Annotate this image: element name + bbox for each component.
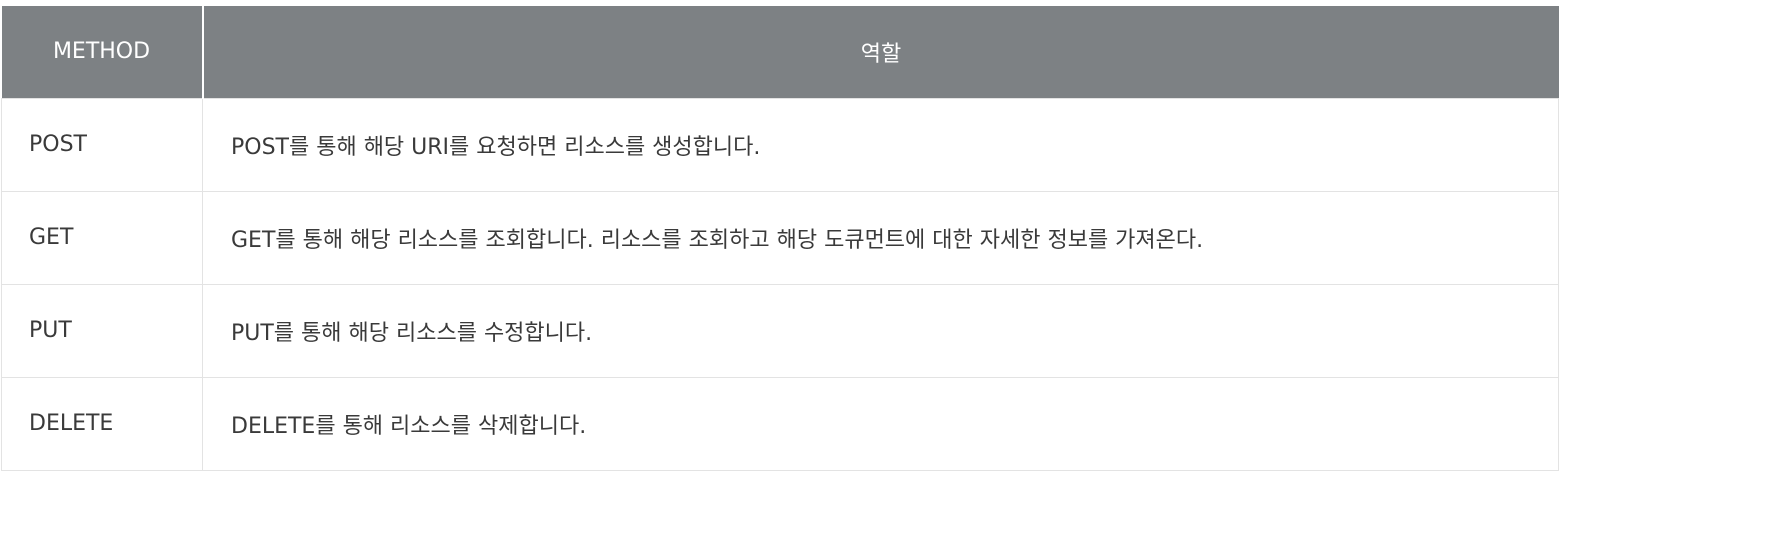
http-methods-table: METHOD 역할 POST POST를 통해 해당 URI를 요청하면 리소스… [1,6,1559,471]
role-cell: POST를 통해 해당 URI를 요청하면 리소스를 생성합니다. [202,97,1559,192]
table-header: METHOD 역할 [1,6,1559,98]
role-cell: PUT를 통해 해당 리소스를 수정합니다. [202,283,1559,378]
table-body: POST POST를 통해 해당 URI를 요청하면 리소스를 생성합니다. G… [1,97,1559,471]
method-cell: GET [1,190,203,285]
method-cell: DELETE [1,376,203,471]
header-role: 역할 [202,6,1559,98]
method-cell: POST [1,97,203,192]
header-method: METHOD [1,6,204,98]
table-row: DELETE DELETE를 통해 리소스를 삭제합니다. [1,376,1559,471]
header-row: METHOD 역할 [1,6,1559,98]
role-cell: GET를 통해 해당 리소스를 조회합니다. 리소스를 조회하고 해당 도큐먼트… [202,190,1559,285]
table-row: POST POST를 통해 해당 URI를 요청하면 리소스를 생성합니다. [1,97,1559,192]
http-methods-table-container: METHOD 역할 POST POST를 통해 해당 URI를 요청하면 리소스… [1,6,1559,471]
method-cell: PUT [1,283,203,378]
role-cell: DELETE를 통해 리소스를 삭제합니다. [202,376,1559,471]
table-row: PUT PUT를 통해 해당 리소스를 수정합니다. [1,283,1559,378]
table-row: GET GET를 통해 해당 리소스를 조회합니다. 리소스를 조회하고 해당 … [1,190,1559,285]
